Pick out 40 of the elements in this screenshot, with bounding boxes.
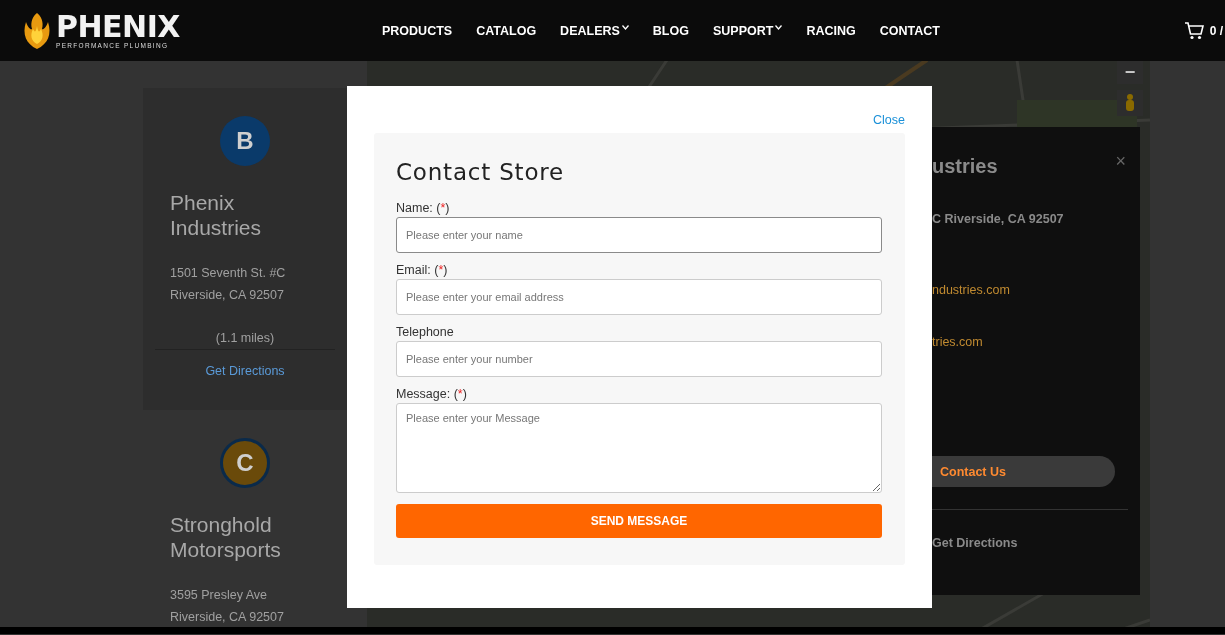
message-textarea-field[interactable]: Please enter your Message (396, 403, 882, 493)
store-address: 1501 Seventh St. #C (170, 265, 287, 282)
nav-link[interactable]: CATALOG (476, 23, 537, 38)
contact-us-button[interactable]: Contact Us (932, 456, 1115, 487)
info-address: C Riverside, CA 92507 (932, 212, 1065, 226)
close-link[interactable]: Close (873, 113, 905, 127)
field-label: Telephone (396, 325, 455, 340)
store-name: Stronghold Motorsports (170, 512, 282, 562)
store-card[interactable]: B Phenix Industries 1501 Seventh St. #C Riverside, CA 92507 (1.1 miles) Get Directions (143, 88, 347, 410)
nav-link[interactable]: SUPPORT (712, 23, 783, 38)
field-label: Message: (*) (396, 387, 468, 402)
store-address: Riverside, CA 92507 (170, 609, 285, 626)
store-marker-badge: B (220, 116, 270, 166)
store-distance: (1.1 miles) (155, 331, 335, 350)
text-input-field[interactable]: Please enter your number (396, 341, 882, 377)
cart-count[interactable]: 0 / (1209, 23, 1223, 38)
info-link[interactable]: tries.com (932, 335, 983, 349)
text-input-field[interactable]: Please enter your name (396, 217, 882, 253)
chevron-down-icon (621, 25, 629, 30)
field-label: Name: (*) (396, 201, 451, 216)
text-input-field[interactable]: Please enter your email address (396, 279, 882, 315)
field-label: Email: (*) (396, 263, 449, 278)
store-name: Phenix Industries (170, 190, 263, 240)
nav-link[interactable]: DEALERS (560, 23, 629, 38)
nav-link[interactable]: BLOG (652, 23, 689, 38)
info-store-name: ustries (932, 155, 998, 178)
nav-link[interactable]: CONTACT (879, 23, 940, 38)
info-link[interactable]: ndustries.com (932, 283, 1010, 297)
nav-link[interactable]: PRODUCTS (382, 23, 453, 38)
modal-title: Contact Store (396, 159, 565, 185)
zoom-out-button[interactable]: − (1117, 60, 1143, 84)
get-directions-link[interactable]: Get Directions (932, 536, 1018, 550)
store-marker-badge: C (220, 438, 270, 488)
store-address: 3595 Presley Ave (170, 587, 269, 604)
logo-wordmark[interactable]: PHENIX (56, 11, 180, 42)
store-address: Riverside, CA 92507 (170, 287, 285, 304)
cart-icon[interactable] (1183, 21, 1204, 40)
chevron-down-icon (775, 25, 783, 30)
nav-link[interactable]: RACING (806, 23, 856, 38)
get-directions-link[interactable]: Get Directions (205, 364, 285, 378)
